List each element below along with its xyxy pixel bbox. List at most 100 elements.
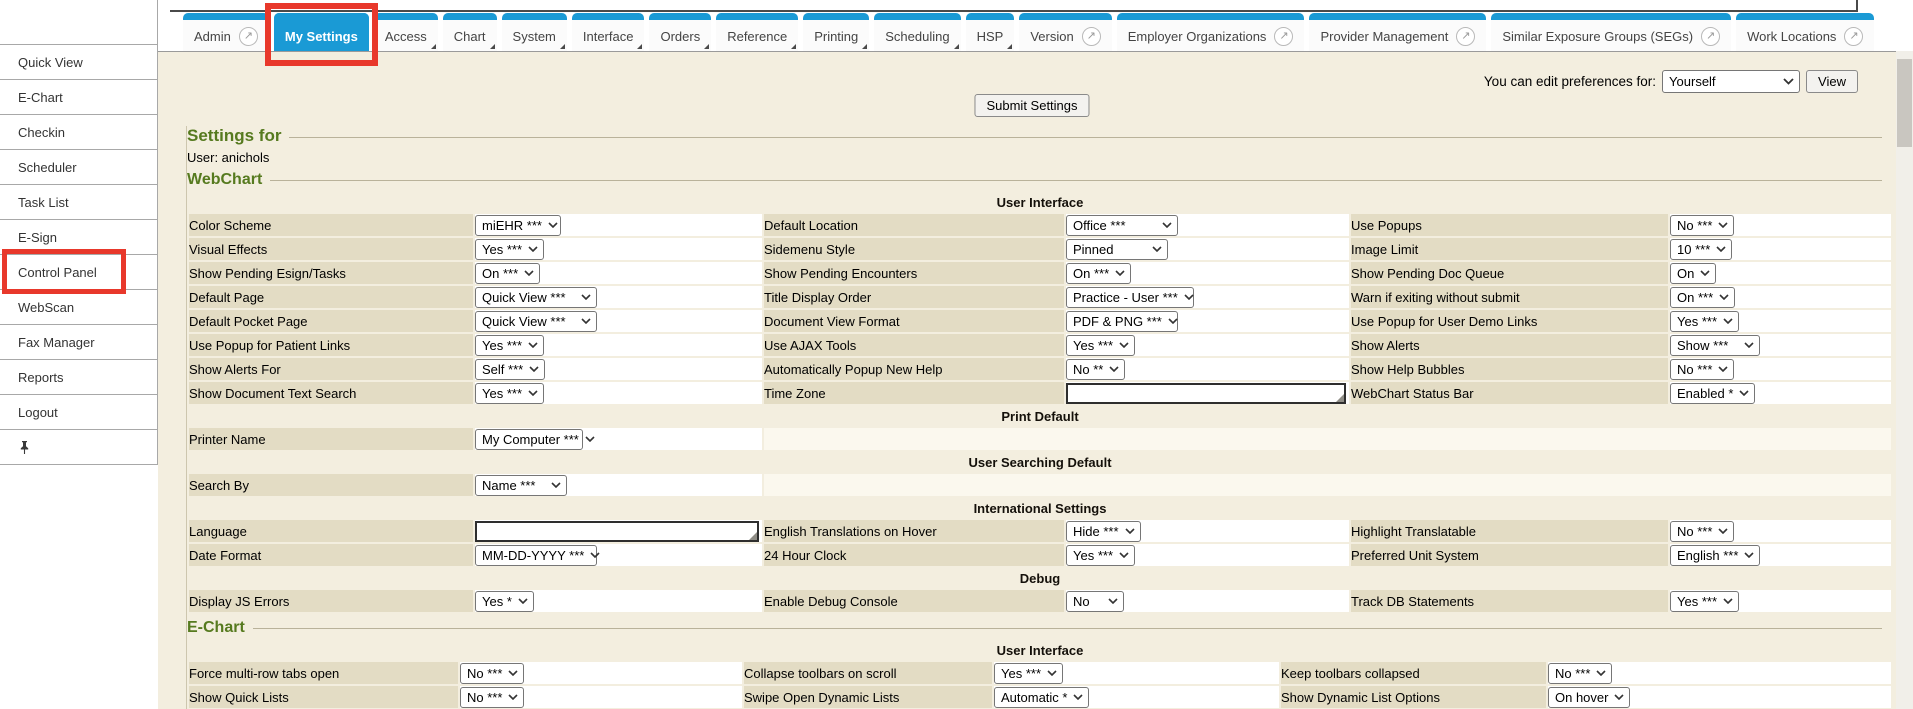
enable-debug-console-select[interactable]: No: [1066, 591, 1124, 612]
tab-chart[interactable]: Chart: [443, 13, 497, 51]
setting-value-cell: Yes *: [475, 590, 762, 612]
visual-effects-select[interactable]: Yes ***: [475, 239, 544, 260]
show-pending-encounters-select[interactable]: On ***: [1066, 263, 1131, 284]
date-format-select[interactable]: MM-DD-YYYY ***: [475, 545, 597, 566]
sidebar-item-e-sign[interactable]: E-Sign: [0, 220, 157, 255]
open-in-new-icon[interactable]: ↗: [1082, 27, 1101, 46]
sidebar-pin-toggle[interactable]: [0, 430, 157, 465]
show-pending-esign-tasks-select[interactable]: On ***: [475, 263, 540, 284]
display-js-errors-select[interactable]: Yes *: [475, 591, 534, 612]
tab-version[interactable]: Version↗: [1019, 13, 1111, 51]
sidebar-item-webscan[interactable]: WebScan: [0, 290, 157, 325]
sidebar-item-reports[interactable]: Reports: [0, 360, 157, 395]
scrollbar-thumb[interactable]: [1897, 59, 1912, 147]
automatically-popup-new-help-select[interactable]: No **: [1066, 359, 1125, 380]
tab-access[interactable]: Access: [374, 13, 438, 51]
document-view-format-select[interactable]: PDF & PNG ***: [1066, 311, 1178, 332]
open-in-new-icon[interactable]: ↗: [1456, 27, 1475, 46]
show-alerts-select[interactable]: Show ***: [1670, 335, 1760, 356]
tab-interface[interactable]: Interface: [572, 13, 645, 51]
preferred-unit-system-select[interactable]: English ***: [1670, 545, 1760, 566]
settings-row: Show Pending Esign/TasksOn ***Show Pendi…: [189, 262, 1891, 284]
collapse-toolbars-on-scroll-select[interactable]: Yes ***: [994, 663, 1063, 684]
group-title: User Searching Default: [189, 452, 1891, 472]
sidebar-item-logout[interactable]: Logout: [0, 395, 157, 430]
color-scheme-select[interactable]: miEHR ***: [475, 215, 561, 236]
use-popups-select[interactable]: No ***: [1670, 215, 1734, 236]
open-in-new-icon[interactable]: ↗: [1844, 27, 1863, 46]
tab-provider-management[interactable]: Provider Management↗: [1309, 13, 1486, 51]
chevron-down-icon: [529, 366, 539, 372]
highlight-translatable-select[interactable]: No ***: [1670, 521, 1734, 542]
show-alerts-for-select[interactable]: Self ***: [475, 359, 545, 380]
sidebar-item-fax-manager[interactable]: Fax Manager: [0, 325, 157, 360]
chevron-down-icon: [1168, 318, 1178, 324]
sidemenu-style-select[interactable]: Pinned: [1066, 239, 1168, 260]
24-hour-clock-select[interactable]: Yes ***: [1066, 545, 1135, 566]
tab-employer-organizations[interactable]: Employer Organizations ↗: [1117, 13, 1305, 51]
select-value: 10 ***: [1677, 242, 1710, 257]
tab-similar-exposure-groups-segs[interactable]: Similar Exposure Groups (SEGs)↗: [1491, 13, 1731, 51]
default-page-select[interactable]: Quick View ***: [475, 287, 597, 308]
settings-area: Settings for User: anichols WebChartUser…: [186, 126, 1882, 709]
setting-label: Use AJAX Tools: [764, 334, 1064, 356]
open-in-new-icon[interactable]: ↗: [1274, 27, 1293, 46]
submit-settings-button[interactable]: Submit Settings: [974, 94, 1089, 117]
tab-scheduling[interactable]: Scheduling: [874, 13, 960, 51]
track-db-statements-select[interactable]: Yes ***: [1670, 591, 1739, 612]
view-button[interactable]: View: [1806, 70, 1858, 93]
sidebar-item-scheduler[interactable]: Scheduler: [0, 150, 157, 185]
use-popup-for-patient-links-select[interactable]: Yes ***: [475, 335, 544, 356]
show-dynamic-list-options-select[interactable]: On hover: [1548, 687, 1630, 708]
tab-orders[interactable]: Orders: [649, 13, 711, 51]
printer-name-select[interactable]: My Computer ***: [475, 429, 583, 450]
default-pocket-page-select[interactable]: Quick View ***: [475, 311, 597, 332]
tab-work-locations[interactable]: Work Locations↗: [1736, 13, 1874, 51]
default-location-select[interactable]: Office ***: [1066, 215, 1178, 236]
sidebar-item-control-panel[interactable]: Control Panel: [0, 255, 157, 290]
english-translations-on-hover-select[interactable]: Hide ***: [1066, 521, 1141, 542]
tab-reference[interactable]: Reference: [716, 13, 798, 51]
warn-if-exiting-without-submit-select[interactable]: On ***: [1670, 287, 1735, 308]
show-pending-doc-queue-select[interactable]: On: [1670, 263, 1716, 284]
tab-my-settings[interactable]: My Settings: [274, 13, 369, 51]
tab-admin[interactable]: Admin↗: [183, 13, 269, 51]
sidebar-item-task-list[interactable]: Task List: [0, 185, 157, 220]
keep-toolbars-collapsed-select[interactable]: No ***: [1548, 663, 1612, 684]
edit-preferences-select[interactable]: Yourself: [1662, 70, 1800, 93]
select-value: My Computer ***: [482, 432, 579, 447]
sidebar-item-e-chart[interactable]: E-Chart: [0, 80, 157, 115]
setting-label: Show Quick Lists: [189, 686, 458, 708]
show-document-text-search-select[interactable]: Yes ***: [475, 383, 544, 404]
show-quick-lists-select[interactable]: No ***: [460, 687, 524, 708]
tab-system[interactable]: System: [502, 13, 567, 51]
sidebar-item-quick-view[interactable]: Quick View: [0, 45, 157, 80]
chevron-down-icon: [1723, 598, 1733, 604]
title-display-order-select[interactable]: Practice - User ***: [1066, 287, 1194, 308]
setting-value-cell: Name ***: [475, 474, 762, 496]
main-content: You can edit preferences for: Yourself V…: [158, 51, 1896, 709]
settings-row: LanguageEnglish Translations on HoverHid…: [189, 520, 1891, 542]
vertical-scrollbar[interactable]: [1896, 51, 1913, 709]
force-multi-row-tabs-open-select[interactable]: No ***: [460, 663, 524, 684]
open-in-new-icon[interactable]: ↗: [1701, 27, 1720, 46]
use-popup-for-user-demo-links-select[interactable]: Yes ***: [1670, 311, 1739, 332]
swipe-open-dynamic-lists-select[interactable]: Automatic *: [994, 687, 1089, 708]
time-zone-input[interactable]: [1066, 383, 1346, 404]
tab-printing[interactable]: Printing: [803, 13, 869, 51]
image-limit-select[interactable]: 10 ***: [1670, 239, 1732, 260]
sidebar-item-checkin[interactable]: Checkin: [0, 115, 157, 150]
setting-value-cell: Yes ***: [1066, 544, 1349, 566]
chevron-down-icon: [1723, 318, 1733, 324]
open-in-new-icon[interactable]: ↗: [239, 27, 258, 46]
setting-value-cell: Yes ***: [1066, 334, 1349, 356]
tab-hsp[interactable]: HSP: [966, 13, 1015, 51]
use-ajax-tools-select[interactable]: Yes ***: [1066, 335, 1135, 356]
show-help-bubbles-select[interactable]: No ***: [1670, 359, 1734, 380]
setting-label: Default Pocket Page: [189, 310, 473, 332]
search-by-select[interactable]: Name ***: [475, 475, 567, 496]
webchart-status-bar-select[interactable]: Enabled *: [1670, 383, 1755, 404]
tab-label: Employer Organizations: [1128, 29, 1267, 44]
select-value: Quick View ***: [482, 290, 566, 305]
language-input[interactable]: [475, 521, 759, 542]
